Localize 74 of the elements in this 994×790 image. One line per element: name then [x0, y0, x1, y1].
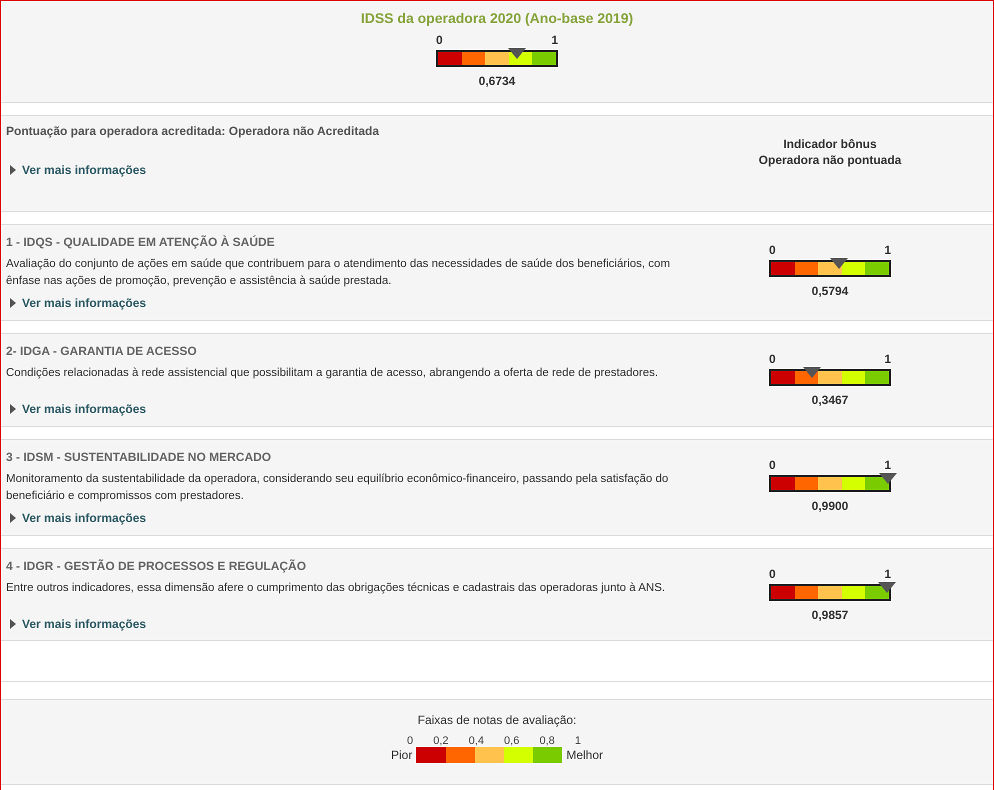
color-segment: [485, 52, 509, 65]
score-value: 0,6734: [478, 74, 516, 88]
color-segment: [865, 586, 889, 599]
expand-link[interactable]: Ver mais informações: [6, 617, 146, 631]
section-description: Avaliação do conjunto de ações em saúde que contribuem para o atendimento das necessidades de saúde dos beneficiários, com ênfase nas ações de promoção, prevenção e assistência à saúde prestada.: [6, 257, 672, 289]
color-segment: [818, 371, 842, 384]
color-segment: [446, 747, 475, 763]
bonus-value: Operadora não pontuada: [758, 152, 902, 168]
expand-icon: [10, 165, 16, 175]
expand-link[interactable]: Ver mais informações: [6, 402, 146, 416]
color-segment: [865, 262, 889, 275]
accreditation-text: Pontuação para operadora acreditada: Operadora não Acreditada: [6, 124, 380, 138]
legend-label: Melhor: [566, 748, 604, 762]
scale-label: 1: [884, 352, 891, 366]
color-segment: [818, 586, 842, 599]
color-segment: [462, 52, 486, 65]
color-segment: [533, 747, 562, 763]
section-description: Entre outros indicadores, essa dimensão afere o cumprimento das obrigações técnicas e cadastrais das operadoras junto à ANS.: [6, 581, 666, 596]
scale-label: 0: [436, 33, 443, 47]
color-segment: [532, 52, 556, 65]
color-segment: [818, 477, 842, 490]
expand-icon: [10, 404, 16, 414]
scale-label: 1: [884, 567, 891, 581]
color-segment: [771, 262, 795, 275]
section-heading: 4 - IDGR - GESTÃO DE PROCESSOS E REGULAÇÃO: [6, 559, 308, 573]
color-segment: [842, 371, 866, 384]
color-segment: [416, 747, 446, 763]
expand-icon: [10, 513, 16, 523]
bonus-title: Indicador bônus: [782, 136, 878, 152]
expand-icon: [10, 619, 16, 629]
scale-label: 0: [769, 352, 776, 366]
scale-label: 0: [769, 567, 776, 581]
color-segment: [771, 586, 795, 599]
score-value: 0,9900: [812, 499, 848, 513]
color-segment: [818, 262, 842, 275]
color-segment: [474, 747, 504, 763]
color-segment: [771, 371, 795, 384]
expand-link[interactable]: Ver mais informações: [6, 163, 146, 177]
expand-link[interactable]: Ver mais informações: [6, 511, 146, 525]
score-value: 0,3467: [812, 393, 848, 407]
section-description: Monitoramento da sustentabilidade da operadora, considerando seu equilíbrio econômico-financeiro, passando pela satisfação do beneficiário e compromissos com prestadores.: [6, 472, 670, 504]
section-heading: 2- IDGA - GARANTIA DE ACESSO: [6, 344, 198, 358]
expand-link[interactable]: Ver mais informações: [6, 296, 146, 310]
color-segment: [842, 477, 866, 490]
scale-label: 1: [551, 33, 558, 47]
color-segment: [794, 477, 818, 490]
color-segment: [771, 477, 795, 490]
color-segment: [438, 52, 462, 65]
expand-icon: [10, 298, 16, 308]
scale-label: 1: [574, 735, 581, 747]
color-segment: [865, 371, 889, 384]
scale-label: 0,6: [504, 735, 520, 747]
scale-label: 0: [407, 735, 414, 747]
legend-title: Faixas de notas de avaliação:: [418, 713, 576, 727]
color-segment: [794, 262, 818, 275]
scale-label: 0: [769, 458, 776, 472]
page-title: IDSS da operadora 2020 (Ano-base 2019): [360, 10, 634, 26]
color-segment: [842, 586, 866, 599]
section-description: Condições relacionadas à rede assistencial que possibilitam a garantia de acesso, abrangendo a oferta de rede de prestadores.: [6, 366, 660, 381]
scale-label: 0,4: [468, 735, 484, 747]
scale-label: 1: [884, 458, 891, 472]
color-segment: [504, 747, 534, 763]
scale-label: 0,8: [539, 735, 555, 747]
color-segment: [794, 586, 818, 599]
scale-label: 0: [769, 243, 776, 257]
color-segment: [865, 477, 889, 490]
scale-label: 0,2: [433, 735, 449, 747]
color-segment: [842, 262, 866, 275]
section-heading: 3 - IDSM - SUSTENTABILIDADE NO MERCADO: [6, 450, 272, 464]
legend-label: Pior: [390, 748, 412, 762]
section-heading: 1 - IDQS - QUALIDADE EM ATENÇÃO À SAÚDE: [6, 235, 276, 249]
scale-label: 1: [884, 243, 891, 257]
score-value: 0,5794: [812, 284, 848, 298]
score-value: 0,9857: [812, 608, 848, 622]
